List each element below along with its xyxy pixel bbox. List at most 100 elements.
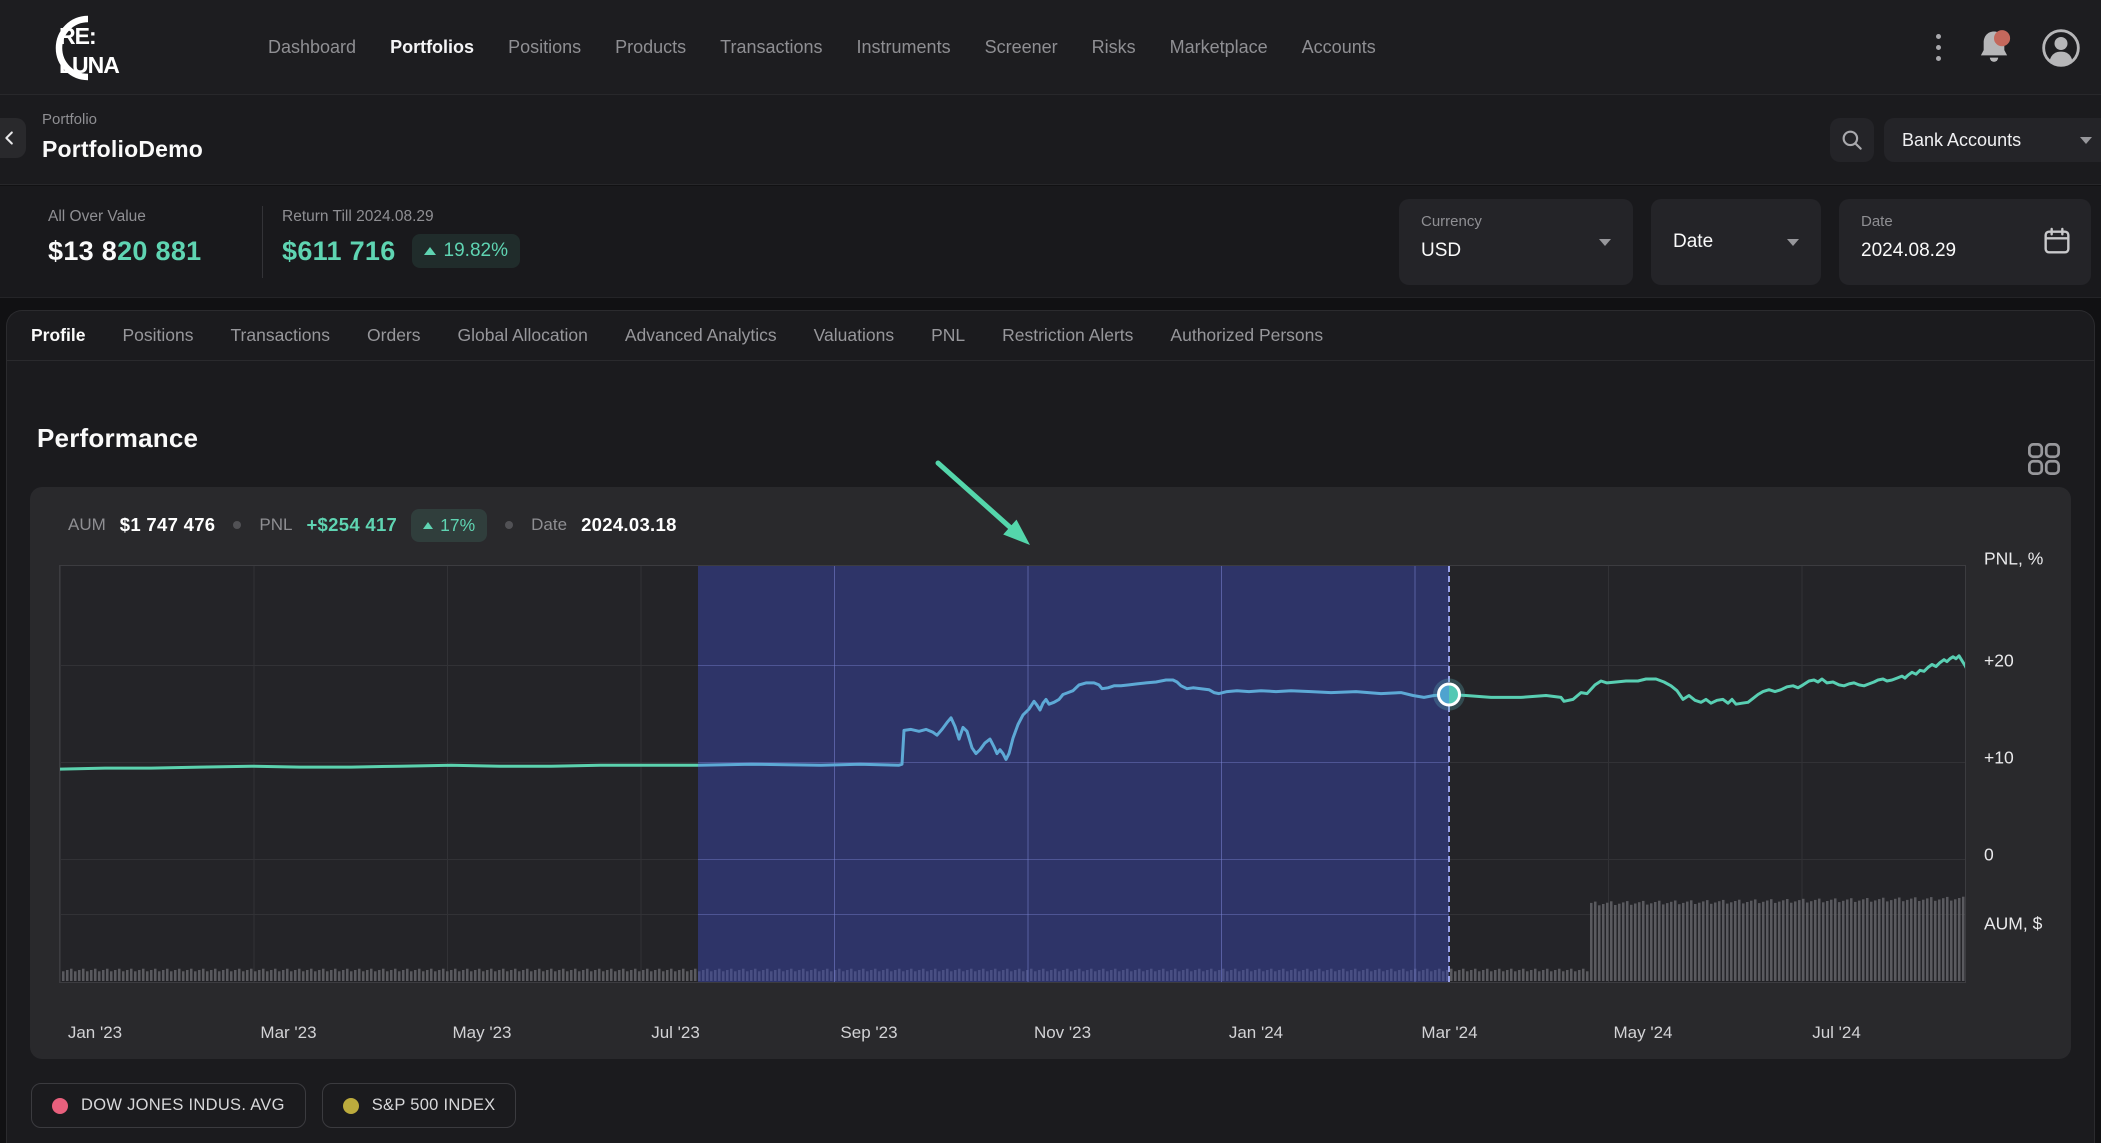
logo-text-top: RE:	[59, 23, 96, 49]
nav-item-instruments[interactable]: Instruments	[857, 37, 951, 58]
chevron-down-icon	[1787, 239, 1799, 246]
y-axis-title-aum: AUM, $	[1984, 914, 2042, 935]
return-value: $611 716	[282, 236, 396, 267]
search-icon	[1839, 127, 1865, 153]
x-tick-mar--24: Mar '24	[1421, 1023, 1477, 1043]
all-over-value-label: All Over Value	[48, 208, 201, 226]
performance-chart-panel: AUM $1 747 476 PNL +$254 417 17% Date 20…	[30, 487, 2071, 1059]
tab-transactions[interactable]: Transactions	[230, 325, 330, 346]
currency-select[interactable]: Currency USD	[1399, 199, 1633, 285]
tab-authorized-persons[interactable]: Authorized Persons	[1170, 325, 1323, 346]
currency-label: Currency	[1421, 213, 1611, 230]
notifications-bell-icon[interactable]	[1973, 27, 2015, 69]
x-tick-may--24: May '24	[1614, 1023, 1673, 1043]
x-tick-jul--23: Jul '23	[651, 1023, 700, 1043]
legend-dot-icon	[343, 1098, 359, 1114]
nav-item-dashboard[interactable]: Dashboard	[268, 37, 356, 58]
tooltip-pct-badge: 17%	[411, 509, 487, 542]
legend-label: DOW JONES INDUS. AVG	[81, 1096, 285, 1115]
x-tick-may--23: May '23	[453, 1023, 512, 1043]
all-over-value-white: $13 8	[48, 236, 117, 266]
x-tick-mar--23: Mar '23	[260, 1023, 316, 1043]
legend-button-s-p-500-index[interactable]: S&P 500 INDEX	[322, 1083, 517, 1128]
bank-accounts-label: Bank Accounts	[1902, 130, 2066, 151]
pnl-line-layer	[60, 566, 1965, 982]
hover-marker	[1439, 684, 1460, 705]
x-tick-nov--23: Nov '23	[1034, 1023, 1091, 1043]
nav-item-positions[interactable]: Positions	[508, 37, 581, 58]
date-picker-label: Date	[1861, 213, 2069, 230]
nav-item-screener[interactable]: Screener	[985, 37, 1058, 58]
tooltip-aum-value: $1 747 476	[120, 514, 216, 536]
return-block: Return Till 2024.08.29 $611 716 19.82%	[282, 208, 520, 268]
date-mode-value: Date	[1673, 231, 1713, 253]
x-tick-jan--24: Jan '24	[1229, 1023, 1283, 1043]
calendar-icon	[2041, 225, 2073, 262]
stats-band: All Over Value $13 820 881 Return Till 2…	[0, 186, 2101, 298]
search-button[interactable]	[1830, 118, 1874, 162]
arrow-up-icon	[423, 522, 433, 529]
tab-restriction-alerts[interactable]: Restriction Alerts	[1002, 325, 1133, 346]
nav-item-marketplace[interactable]: Marketplace	[1170, 37, 1268, 58]
tooltip-pnl-label: PNL	[259, 515, 292, 535]
nav-item-accounts[interactable]: Accounts	[1302, 37, 1376, 58]
y-tick-p20: +20	[1984, 651, 2014, 672]
tooltip-date-value: 2024.03.18	[581, 514, 677, 536]
return-badge-value: 19.82%	[444, 240, 508, 262]
chart-legend: DOW JONES INDUS. AVG S&P 500 INDEX	[31, 1083, 516, 1128]
legend-button-dow-jones-indus-avg[interactable]: DOW JONES INDUS. AVG	[31, 1083, 306, 1128]
widgets-grid-icon[interactable]	[2026, 441, 2062, 482]
nav-item-products[interactable]: Products	[615, 37, 686, 58]
tab-pnl[interactable]: PNL	[931, 325, 965, 346]
breadcrumb: Portfolio	[42, 111, 97, 128]
x-tick-jul--24: Jul '24	[1812, 1023, 1861, 1043]
tab-positions[interactable]: Positions	[122, 325, 193, 346]
all-over-value-block: All Over Value $13 820 881	[48, 208, 201, 267]
tooltip-pct-value: 17%	[440, 515, 475, 536]
legend-label: S&P 500 INDEX	[372, 1096, 496, 1115]
logo-text-bottom: LUNA	[59, 52, 119, 78]
back-button[interactable]	[0, 118, 26, 158]
tab-orders[interactable]: Orders	[367, 325, 420, 346]
tab-advanced-analytics[interactable]: Advanced Analytics	[625, 325, 777, 346]
dot-separator	[505, 521, 513, 529]
date-picker-value: 2024.08.29	[1861, 240, 2069, 262]
content-card: Profile Positions Transactions Orders Global…	[6, 310, 2095, 1143]
date-mode-select[interactable]: Date	[1651, 199, 1821, 285]
chevron-down-icon	[1599, 239, 1611, 246]
section-title: Performance	[37, 423, 198, 454]
all-over-value: $13 820 881	[48, 236, 201, 267]
stats-divider	[262, 206, 263, 278]
chevron-down-icon	[2080, 137, 2092, 144]
tooltip-pnl-value: +$254 417	[306, 514, 397, 536]
bank-accounts-select[interactable]: Bank Accounts	[1884, 118, 2101, 162]
top-nav: RE: LUNA Dashboard Portfolios Positions Pro…	[0, 0, 2101, 95]
nav-item-portfolios[interactable]: Portfolios	[390, 37, 474, 58]
nav-item-transactions[interactable]: Transactions	[720, 37, 822, 58]
x-tick-jan--23: Jan '23	[68, 1023, 122, 1043]
portfolio-header: Portfolio PortfolioDemo Bank Accounts	[0, 95, 2101, 185]
arrow-up-icon	[424, 247, 436, 255]
date-picker[interactable]: Date 2024.08.29	[1839, 199, 2091, 285]
tab-valuations[interactable]: Valuations	[814, 325, 894, 346]
app-root: RE: LUNA DashboardPortfoliosPositionsPro…	[0, 0, 2101, 1143]
tab-global-allocation[interactable]: Global Allocation	[458, 325, 588, 346]
currency-value: USD	[1421, 240, 1611, 262]
nav-item-risks[interactable]: Risks	[1092, 37, 1136, 58]
main-nav: Dashboard Portfolios Positions Products Tran…	[268, 0, 1376, 95]
nav-right	[1930, 0, 2081, 95]
portfolio-tabs: Profile Positions Transactions Orders Global…	[7, 311, 2094, 361]
stats-controls: Currency USD Date Date 2024.08.29	[1399, 199, 2091, 285]
return-label: Return Till 2024.08.29	[282, 208, 520, 226]
return-badge: 19.82%	[412, 234, 520, 268]
user-avatar-icon[interactable]	[2041, 28, 2081, 68]
tab-profile[interactable]: Profile	[31, 325, 85, 346]
chart-tooltip-row: AUM $1 747 476 PNL +$254 417 17% Date 20…	[68, 505, 677, 545]
chart-plot-area[interactable]	[59, 565, 1966, 983]
pnl-line-post-selection	[1449, 656, 1965, 704]
x-tick-sep--23: Sep '23	[840, 1023, 897, 1043]
y-tick-0: 0	[1984, 845, 1994, 866]
kebab-menu-icon[interactable]	[1930, 28, 1947, 67]
all-over-value-teal: 20 881	[117, 236, 201, 266]
chevron-left-icon	[6, 133, 11, 144]
